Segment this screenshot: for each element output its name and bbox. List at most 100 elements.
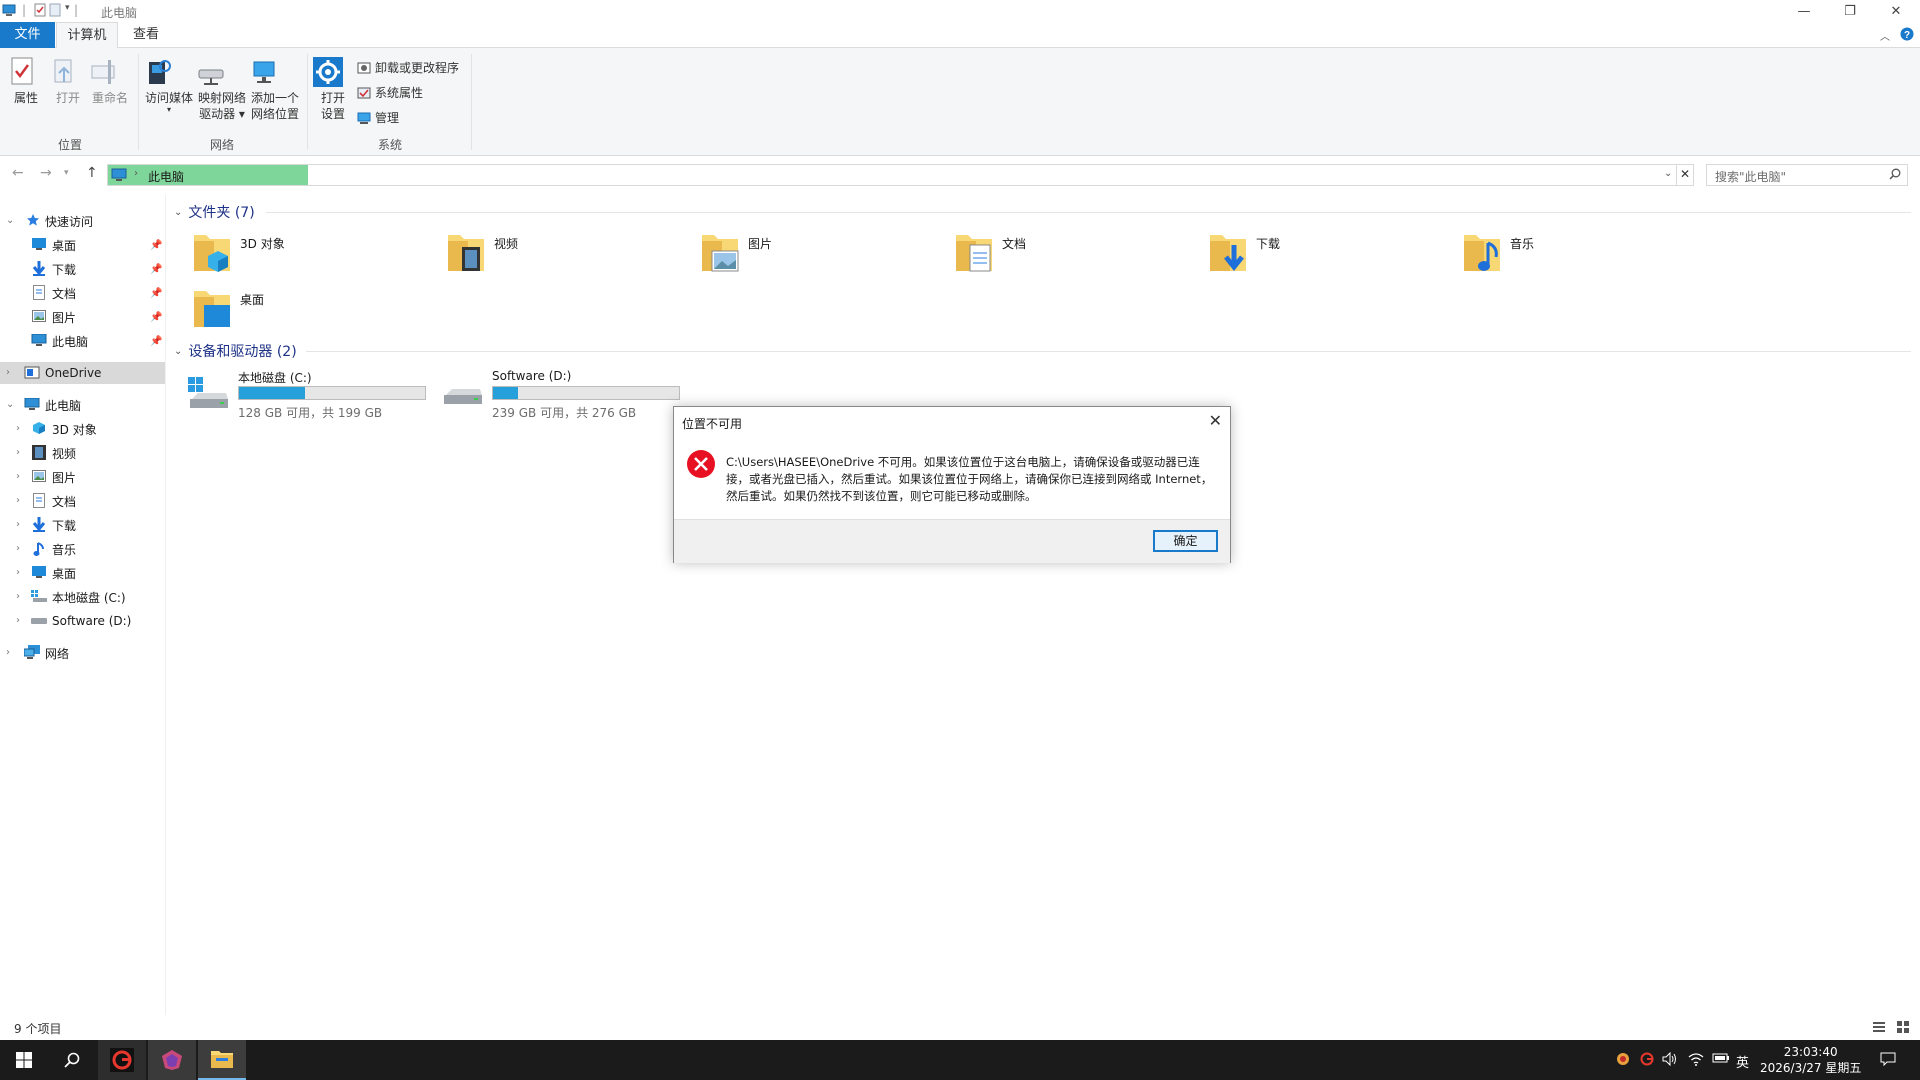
nav-label: 图片 xyxy=(52,470,77,485)
new-folder-quick-icon[interactable] xyxy=(49,3,61,17)
ime-indicator[interactable]: 英 xyxy=(1736,1052,1749,1071)
drive-item-c[interactable]: 本地磁盘 (C:) 128 GB 可用，共 199 GB xyxy=(186,369,426,421)
notification-center-icon[interactable] xyxy=(1880,1052,1896,1066)
access-media-button[interactable]: 访问媒体 ▾ xyxy=(143,56,195,114)
windows-drive-icon xyxy=(31,590,47,603)
nav-onedrive[interactable]: › OneDrive xyxy=(0,362,165,384)
collapsed-chevron-icon[interactable]: › xyxy=(16,519,20,530)
nav-qa-downloads[interactable]: 下载 📌 xyxy=(0,258,165,280)
drives-section-header[interactable]: ⌄ 设备和驱动器 (2) xyxy=(174,341,297,361)
browser-app-icon xyxy=(110,1048,134,1072)
folder-item[interactable]: 桌面 xyxy=(192,287,264,331)
folder-item[interactable]: 图片 xyxy=(700,231,772,275)
folder-item[interactable]: 文档 xyxy=(954,231,1026,275)
details-view-icon[interactable] xyxy=(1872,1020,1886,1034)
help-icon[interactable]: ? xyxy=(1900,27,1914,41)
forward-arrow-icon[interactable]: → xyxy=(40,165,52,181)
recent-locations-chevron-icon[interactable]: ▾ xyxy=(64,168,69,178)
collapsed-chevron-icon[interactable]: › xyxy=(6,647,10,658)
collapsed-chevron-icon[interactable]: › xyxy=(16,591,20,602)
nav-qa-documents[interactable]: 文档 📌 xyxy=(0,282,165,304)
tab-view[interactable]: 查看 xyxy=(120,22,172,48)
wifi-icon[interactable] xyxy=(1688,1052,1704,1066)
open-settings-button[interactable]: 打开 设置 xyxy=(312,56,354,122)
windows-logo-icon xyxy=(16,1052,32,1068)
nav-pc-pictures[interactable]: › 图片 xyxy=(0,466,165,488)
taskbar-app-browser[interactable] xyxy=(98,1040,146,1080)
nav-qa-desktop[interactable]: 桌面 📌 xyxy=(0,234,165,256)
nav-pc-videos[interactable]: › 视频 xyxy=(0,442,165,464)
nav-pc-music[interactable]: › 音乐 xyxy=(0,538,165,560)
nav-pc-documents[interactable]: › 文档 xyxy=(0,490,165,512)
collapsed-chevron-icon[interactable]: › xyxy=(16,615,20,626)
properties-quick-icon[interactable] xyxy=(33,3,47,17)
pin-icon[interactable]: 📌 xyxy=(150,312,162,323)
drive-item-d[interactable]: Software (D:) 239 GB 可用，共 276 GB xyxy=(440,369,680,421)
pin-icon[interactable]: 📌 xyxy=(150,264,162,275)
restore-button[interactable]: ❐ xyxy=(1827,0,1873,22)
taskbar-app-file-explorer[interactable] xyxy=(198,1040,246,1080)
battery-icon[interactable] xyxy=(1712,1052,1730,1064)
breadcrumb-this-pc[interactable]: 此电脑 xyxy=(148,168,184,185)
collapsed-chevron-icon[interactable]: › xyxy=(16,567,20,578)
tab-file[interactable]: 文件 xyxy=(0,22,55,48)
folders-section-header[interactable]: ⌄ 文件夹 (7) xyxy=(174,202,255,222)
close-button[interactable]: ✕ xyxy=(1873,0,1919,22)
map-network-drive-button[interactable]: 映射网络 驱动器 ▾ xyxy=(196,56,248,122)
minimize-ribbon-chevron-icon[interactable]: ︿ xyxy=(1880,28,1890,43)
folder-item[interactable]: 视频 xyxy=(446,231,518,275)
nav-qa-this-pc[interactable]: 此电脑 📌 xyxy=(0,330,165,352)
expanded-chevron-icon: ⌄ xyxy=(174,345,183,357)
nav-pc-local-disk-c[interactable]: › 本地磁盘 (C:) xyxy=(0,586,165,608)
collapsed-chevron-icon[interactable]: › xyxy=(16,447,20,458)
folder-item[interactable]: 音乐 xyxy=(1462,231,1534,275)
large-icons-view-icon[interactable] xyxy=(1896,1020,1910,1034)
rename-button[interactable]: 重命名 xyxy=(90,56,130,106)
clock[interactable]: 23:03:40 2026/3/27 星期五 xyxy=(1760,1044,1861,1076)
expanded-chevron-icon[interactable]: ⌄ xyxy=(6,399,14,410)
expanded-chevron-icon[interactable]: ⌄ xyxy=(6,215,14,226)
pin-icon[interactable]: 📌 xyxy=(150,336,162,347)
clear-address-icon[interactable]: ✕ xyxy=(1680,167,1690,181)
minimize-button[interactable]: — xyxy=(1781,0,1827,22)
pin-icon[interactable]: 📌 xyxy=(150,240,162,251)
tab-computer[interactable]: 计算机 xyxy=(56,22,118,49)
back-arrow-icon[interactable]: ← xyxy=(12,165,24,181)
folder-item[interactable]: 下载 xyxy=(1208,231,1280,275)
system-properties-button[interactable]: 系统属性 xyxy=(357,84,423,101)
collapsed-chevron-icon[interactable]: › xyxy=(16,543,20,554)
collapsed-chevron-icon[interactable]: › xyxy=(16,423,20,434)
up-arrow-icon[interactable]: ↑ xyxy=(86,165,98,181)
address-bar[interactable]: › 此电脑 ⌄ ✕ xyxy=(107,164,1694,186)
nav-pc-software-d[interactable]: › Software (D:) xyxy=(0,610,165,632)
properties-button[interactable]: 属性 xyxy=(8,56,44,106)
nav-pc-desktop[interactable]: › 桌面 xyxy=(0,562,165,584)
address-history-chevron-icon[interactable]: ⌄ xyxy=(1664,168,1672,179)
nav-qa-pictures[interactable]: 图片 📌 xyxy=(0,306,165,328)
collapsed-chevron-icon[interactable]: › xyxy=(16,471,20,482)
volume-icon[interactable] xyxy=(1662,1052,1678,1066)
search-button[interactable] xyxy=(48,1040,96,1080)
dialog-close-button[interactable]: ✕ xyxy=(1209,411,1222,430)
tray-browser-icon[interactable] xyxy=(1640,1052,1654,1066)
taskbar-app-game[interactable] xyxy=(148,1040,196,1080)
breadcrumb-chevron-icon[interactable]: › xyxy=(134,168,138,179)
collapsed-chevron-icon[interactable]: › xyxy=(16,495,20,506)
folder-item[interactable]: 3D 对象 xyxy=(192,231,285,275)
search-input[interactable]: 搜索"此电脑" xyxy=(1706,164,1908,186)
nav-network[interactable]: › 网络 xyxy=(0,642,165,664)
start-button[interactable] xyxy=(0,1040,48,1080)
manage-button[interactable]: 管理 xyxy=(357,109,399,126)
collapsed-chevron-icon[interactable]: › xyxy=(6,367,10,378)
tray-app-icon[interactable] xyxy=(1616,1052,1630,1066)
uninstall-programs-button[interactable]: 卸载或更改程序 xyxy=(357,59,459,76)
nav-quick-access[interactable]: ⌄ 快速访问 xyxy=(0,210,165,232)
nav-pc-downloads[interactable]: › 下载 xyxy=(0,514,165,536)
open-button[interactable]: 打开 xyxy=(50,56,86,106)
customize-quick-access-icon[interactable]: ▾ xyxy=(65,3,70,13)
nav-this-pc[interactable]: ⌄ 此电脑 xyxy=(0,394,165,416)
add-network-location-button[interactable]: 添加一个 网络位置 xyxy=(249,56,301,122)
pin-icon[interactable]: 📌 xyxy=(150,288,162,299)
nav-pc-3d-objects[interactable]: › 3D 对象 xyxy=(0,418,165,440)
ok-button[interactable]: 确定 xyxy=(1153,530,1218,552)
